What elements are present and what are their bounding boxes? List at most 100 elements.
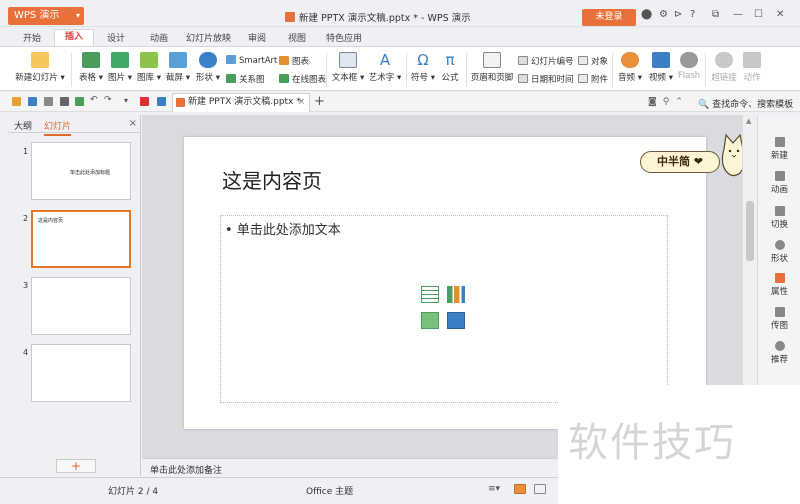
print-preview-icon[interactable] <box>44 97 53 106</box>
table-button[interactable]: 表格 ▾ <box>76 52 106 83</box>
toolbar-right-icons[interactable]: ◙⚲⌃ <box>648 97 689 107</box>
slide-thumbnail-2[interactable]: 这是内容页 <box>31 210 131 268</box>
open-icon[interactable] <box>12 97 21 106</box>
table-icon <box>82 52 100 68</box>
wordart-button[interactable]: A 艺术字 ▾ <box>368 52 402 83</box>
date-time-icon <box>518 74 528 83</box>
recommend-icon <box>774 341 785 351</box>
menu-tabs: 开始 插入 设计 动画 幻灯片放映 审阅 视图 特色应用 <box>0 29 800 46</box>
minimize-icon[interactable]: — <box>733 9 743 20</box>
chevron-down-icon: ▾ <box>75 11 80 20</box>
sidebar-shape[interactable]: 形状 <box>758 240 800 264</box>
tab-design[interactable]: 设计 <box>107 31 125 44</box>
notes-placeholder[interactable]: 单击此处添加备注 <box>150 463 222 476</box>
search-command-field[interactable]: 🔍 查找命令、搜索模板 <box>698 97 793 110</box>
customize-icon[interactable]: ▾ <box>124 96 133 105</box>
scrollbar-thumb[interactable] <box>746 201 754 261</box>
add-slide-button[interactable]: + <box>56 459 96 473</box>
new-slide-button[interactable]: 新建幻灯片 ▾ <box>14 52 66 83</box>
sidebar-transition[interactable]: 切换 <box>758 206 800 230</box>
tab-slideshow[interactable]: 幻灯片放映 <box>186 31 231 44</box>
view-menu-icon[interactable]: ≡▾ <box>488 484 500 494</box>
object-button[interactable]: 对象 <box>578 55 608 67</box>
slide-sorter-icon[interactable] <box>534 484 546 494</box>
sidebar-upload-picture[interactable]: 传图 <box>758 307 800 331</box>
picture-button[interactable]: 图片 ▾ <box>106 52 134 83</box>
tab-insert[interactable]: 插入 <box>54 29 94 46</box>
help-icon[interactable]: ? <box>690 9 695 20</box>
redo-icon[interactable]: ↷ <box>104 95 113 105</box>
slide-thumbnail-3[interactable] <box>31 277 131 335</box>
screenshot-button[interactable]: 截屏 ▾ <box>164 52 192 83</box>
attachment-button[interactable]: 附件 <box>578 73 608 85</box>
restore-window-icon[interactable]: ⧉ <box>712 9 719 20</box>
skin-icon[interactable]: ⬤ <box>641 9 652 20</box>
content-placeholder-text[interactable]: • 单击此处添加文本 <box>225 219 341 238</box>
video-button[interactable]: 视频 ▾ <box>647 52 675 83</box>
tab-special[interactable]: 特色应用 <box>326 31 362 44</box>
format-painter-icon[interactable] <box>75 97 84 106</box>
insert-chart-icon[interactable] <box>447 286 465 303</box>
theme-name: Office 主题 <box>306 487 354 497</box>
insert-video-icon[interactable] <box>447 312 465 329</box>
save-icon[interactable] <box>28 97 37 106</box>
scroll-up-icon[interactable]: ▲ <box>746 117 751 125</box>
slide-thumbnail-1[interactable]: 单击此处添加标题 <box>31 142 131 200</box>
insert-table-icon[interactable] <box>421 286 439 303</box>
tab-review[interactable]: 审阅 <box>248 31 266 44</box>
flash-button[interactable]: Flash <box>677 52 701 81</box>
slide-thumbnail-4[interactable] <box>31 344 131 402</box>
wps-home-icon[interactable] <box>140 97 149 106</box>
pi-icon: π <box>445 51 455 69</box>
chart-button[interactable]: 图表 <box>279 55 309 67</box>
document-tab[interactable]: 新建 PPTX 演示文稿.pptx * × <box>172 93 310 112</box>
tab-outline[interactable]: 大纲 <box>14 119 32 132</box>
cloud-icon[interactable] <box>157 97 166 106</box>
undo-icon[interactable]: ↶ <box>90 95 99 105</box>
close-icon[interactable]: ✕ <box>776 9 784 20</box>
normal-view-icon[interactable] <box>514 484 526 494</box>
content-placeholder-box[interactable]: • 单击此处添加文本 <box>220 215 668 403</box>
symbol-button[interactable]: Ω 符号 ▾ <box>410 52 436 83</box>
slide-number-button[interactable]: 幻灯片编号 <box>518 55 574 67</box>
picture-icon <box>111 52 129 68</box>
close-panel-icon[interactable]: × <box>129 118 137 129</box>
textbox-button[interactable]: 文本框 ▾ <box>331 52 365 83</box>
close-tab-icon[interactable]: × <box>297 94 305 111</box>
header-footer-button[interactable]: 页眉和页脚 <box>470 52 514 83</box>
decorative-cat-sticker: 中半简 ❤ <box>640 127 755 185</box>
slide-title[interactable]: 这是内容页 <box>222 165 322 194</box>
shape-button[interactable]: 形状 ▾ <box>194 52 222 83</box>
properties-icon <box>774 273 785 283</box>
shape-icon <box>774 240 785 250</box>
divider <box>326 53 327 87</box>
online-chart-button[interactable]: 在线图表 <box>279 73 326 85</box>
login-button[interactable]: 未登录 <box>582 9 636 26</box>
tab-slides[interactable]: 幻灯片 <box>44 119 72 136</box>
date-time-button[interactable]: 日期和时间 <box>518 73 574 85</box>
hyperlink-button[interactable]: 超链接 <box>710 52 738 83</box>
insert-picture-icon[interactable] <box>421 312 439 329</box>
sidebar-properties[interactable]: 属性 <box>758 273 800 297</box>
tab-animation[interactable]: 动画 <box>150 31 168 44</box>
new-tab-icon[interactable]: + <box>314 94 325 109</box>
relation-chart-button[interactable]: 关系图 <box>226 73 265 85</box>
action-button[interactable]: 动作 <box>740 52 764 83</box>
audio-button[interactable]: 音频 ▾ <box>616 52 644 83</box>
sidebar-new[interactable]: 新建 <box>758 137 800 161</box>
share-icon[interactable]: ⊳ <box>674 9 682 20</box>
audio-icon <box>621 52 639 68</box>
formula-button[interactable]: π 公式 <box>438 52 462 83</box>
sidebar-animation[interactable]: 动画 <box>758 171 800 195</box>
print-icon[interactable] <box>60 97 69 106</box>
wps-presentation-window: WPS 演示 ▾ 新建 PPTX 演示文稿.pptx * - WPS 演示 未登… <box>0 0 800 504</box>
wordart-icon: A <box>379 51 391 69</box>
tab-home[interactable]: 开始 <box>23 31 41 44</box>
settings-icon[interactable]: ⚙ <box>659 9 668 20</box>
tab-view[interactable]: 视图 <box>288 31 306 44</box>
sidebar-recommend[interactable]: 推荐 <box>758 341 800 365</box>
gallery-button[interactable]: 图库 ▾ <box>135 52 163 83</box>
smartart-button[interactable]: SmartArt <box>226 55 277 66</box>
maximize-icon[interactable]: ☐ <box>754 9 763 20</box>
wps-app-menu-button[interactable]: WPS 演示 ▾ <box>8 7 84 25</box>
